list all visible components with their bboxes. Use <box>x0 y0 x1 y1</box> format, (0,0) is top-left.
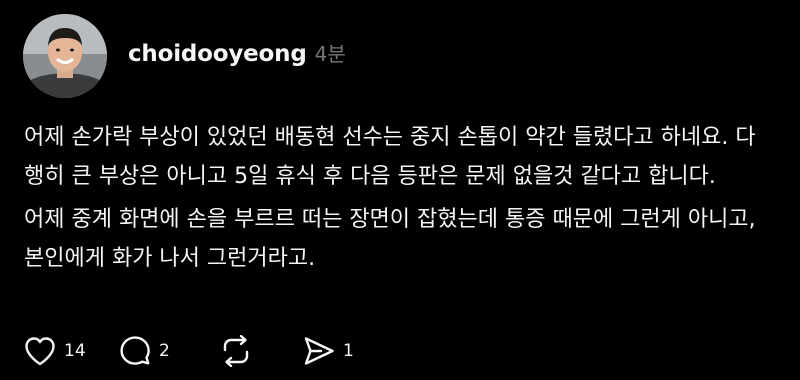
share-count: 1 <box>343 341 354 361</box>
post-header: choidooyeong 4분 <box>128 38 346 67</box>
post-paragraph: 어제 손가락 부상이 있었던 배동현 선수는 중지 손톱이 약간 들렸다고 하네… <box>24 125 756 189</box>
heart-icon <box>25 337 55 366</box>
comment-icon <box>120 336 150 365</box>
share-button[interactable]: 1 <box>303 336 383 366</box>
reply-button[interactable]: 2 <box>119 335 219 367</box>
reply-count: 2 <box>159 341 170 361</box>
avatar[interactable] <box>23 14 107 98</box>
send-icon <box>304 337 334 365</box>
repost-button[interactable] <box>219 335 303 367</box>
username[interactable]: choidooyeong <box>128 41 307 67</box>
avatar-photo <box>23 14 107 98</box>
like-count: 14 <box>64 341 86 361</box>
like-button[interactable]: 14 <box>24 336 119 366</box>
post-body: 어제 손가락 부상이 있었던 배동현 선수는 중지 손톱이 약간 들렸다고 하네… <box>24 118 774 278</box>
thread-post: choidooyeong 4분 어제 손가락 부상이 있었던 배동현 선수는 중… <box>0 0 800 380</box>
post-timestamp: 4분 <box>314 42 346 66</box>
post-actions: 14 2 1 <box>24 333 383 369</box>
post-paragraph: 어제 중계 화면에 손을 부르르 떠는 장면이 잡혔는데 통증 때문에 그런게 … <box>24 207 756 271</box>
repost-icon <box>223 335 249 367</box>
